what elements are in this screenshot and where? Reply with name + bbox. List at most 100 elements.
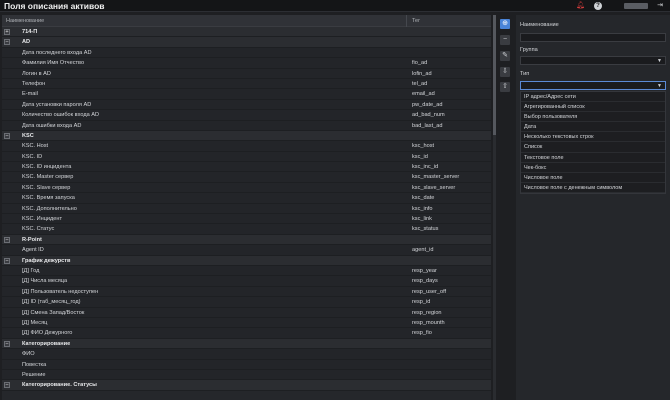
tree-item-row[interactable]: KSC. Статус ksc_status <box>2 224 491 235</box>
row-label: Дата установки пароля AD <box>22 101 92 108</box>
column-header-name[interactable]: Наименование <box>6 18 44 24</box>
tree-item-row[interactable]: Дата установки пароля AD pw_date_ad <box>2 99 491 111</box>
group-select[interactable]: ▼ <box>520 56 666 65</box>
type-option[interactable]: Числовое поле <box>521 173 665 183</box>
add-button[interactable]: ⊕ <box>500 19 510 29</box>
row-label: E-mail <box>22 91 38 98</box>
row-tag: ksc_id <box>412 153 428 160</box>
column-divider[interactable] <box>406 15 407 27</box>
page-title: Поля описания активов <box>4 1 105 11</box>
row-tag: email_ad <box>412 91 435 98</box>
tree-item-row[interactable]: ФИО <box>2 349 491 360</box>
row-label: 714-П <box>22 29 38 35</box>
column-header-tag[interactable]: Тег <box>412 18 420 24</box>
tree-item-row[interactable]: E-mail email_ad <box>2 89 491 100</box>
tree-group-row[interactable]: − График дежурств <box>2 255 491 266</box>
type-option[interactable]: Текстовое поле <box>521 153 665 163</box>
tree-group-row[interactable]: − KSC <box>2 130 491 142</box>
tree-item-row[interactable]: KSC. Инцидент ksc_link <box>2 214 491 225</box>
remove-button[interactable]: − <box>500 35 510 45</box>
type-option[interactable]: IP адрес/Адрес сети <box>521 92 665 103</box>
tree-item-row[interactable]: [Д] Год resp_year <box>2 265 491 277</box>
row-label: KSC. Host <box>22 143 49 150</box>
collapse-icon[interactable]: − <box>4 236 10 243</box>
collapse-icon[interactable]: − <box>4 132 10 139</box>
row-label: R-Point <box>22 236 42 243</box>
tree-item-row[interactable]: [Д] Числа месяца resp_days <box>2 276 491 287</box>
tree-group-row[interactable]: − R-Point <box>2 234 491 246</box>
row-tag: ksc_master_server <box>412 174 460 181</box>
tree-item-row[interactable]: Дата ошибки входа AD bad_last_ad <box>2 120 491 131</box>
tree-item-row[interactable]: KSC. Время запуска ksc_date <box>2 193 491 204</box>
type-option[interactable]: Выбор пользователя <box>521 112 665 123</box>
collapse-icon[interactable]: − <box>4 39 10 46</box>
chevron-down-icon[interactable]: ▼ <box>657 83 662 89</box>
chevron-down-icon[interactable]: ▼ <box>657 58 662 64</box>
tree-item-row[interactable]: Дата последнего входа AD <box>2 47 491 59</box>
edit-button[interactable]: ✎ <box>500 51 510 61</box>
row-tag: ksc_host <box>412 143 435 150</box>
tree-item-row[interactable]: Повестка <box>2 359 491 370</box>
row-tag: agent_id <box>412 247 434 254</box>
type-option[interactable]: Дата <box>521 122 665 133</box>
import-button[interactable]: ⇩ <box>500 67 510 77</box>
tree-item-row[interactable]: Фамилия Имя Отчество fio_ad <box>2 58 491 69</box>
row-label: Agent ID <box>22 247 44 254</box>
type-option[interactable]: Список <box>521 142 665 153</box>
tree-item-row[interactable]: [Д] ФИО Дежурного resp_fio <box>2 328 491 339</box>
type-option[interactable]: Чек-бокс <box>521 163 665 173</box>
tree-item-row[interactable]: [Д] Месяц resp_mounth <box>2 317 491 329</box>
type-label: Тип <box>520 71 530 77</box>
row-label: AD <box>22 39 31 46</box>
collapse-icon[interactable]: − <box>4 340 10 347</box>
expand-icon[interactable]: + <box>4 29 10 35</box>
row-label: KSC. Master сервер <box>22 174 74 181</box>
row-label: KSC. Дополнительно <box>22 205 77 212</box>
tree-item-row[interactable]: Количество ошибок входа AD ad_bad_num <box>2 110 491 121</box>
tree-rows: +714-П − AD Дата последнего входа AD Фамилия… <box>2 27 491 391</box>
user-name-blurred[interactable] <box>624 3 648 9</box>
help-icon[interactable]: ? <box>594 2 602 10</box>
row-label: KSC. ID инцидента <box>22 164 72 171</box>
row-tag: bad_last_ad <box>412 122 443 129</box>
tree-group-row[interactable]: − Категорирование <box>2 338 491 350</box>
name-input[interactable] <box>520 33 666 42</box>
type-select[interactable]: ▼ <box>520 81 666 90</box>
tree-item-row[interactable]: KSC. Дополнительно ksc_info <box>2 203 491 215</box>
row-tag: pw_date_ad <box>412 101 443 108</box>
tree-item-row[interactable]: Телефон tel_ad <box>2 78 491 90</box>
collapse-icon[interactable]: − <box>4 257 10 264</box>
tree-item-row[interactable]: KSC. Host ksc_host <box>2 141 491 152</box>
row-tag: resp_year <box>412 267 437 274</box>
tree-item-row[interactable]: KSC. ID инцидента ksc_inc_id <box>2 162 491 173</box>
type-option[interactable]: Несколько текстовых строк <box>521 132 665 143</box>
row-label: Количество ошибок входа AD <box>22 112 100 119</box>
type-option[interactable]: Числовое поле с денежным символом <box>521 183 665 193</box>
export-button[interactable]: ⇧ <box>500 82 510 92</box>
row-label: [Д] Смена Запад/Восток <box>22 309 85 316</box>
tree-group-row[interactable]: − Категорирование. Статусы <box>2 380 491 391</box>
collapse-icon[interactable]: − <box>4 382 10 389</box>
tree-item-row[interactable]: [Д] Пользователь недоступен resp_user_off <box>2 286 491 298</box>
tree-item-row[interactable]: [Д] Смена Запад/Восток resp_region <box>2 307 491 318</box>
type-dropdown: IP адрес/Адрес сети Агрегированный список… <box>520 91 666 194</box>
tree-item-row[interactable]: [Д] ID (таб_месяц_год) resp_id <box>2 297 491 308</box>
tree-group-row[interactable]: +714-П <box>2 27 491 38</box>
tree-item-row[interactable]: Логин в AD lofin_ad <box>2 68 491 79</box>
tree-item-row[interactable]: KSC. Master сервер ksc_master_server <box>2 172 491 183</box>
tree-scrollbar[interactable] <box>493 15 496 400</box>
row-label: Повестка <box>22 361 47 368</box>
tree-item-row[interactable]: KSC. Slave сервер ksc_slave_server <box>2 182 491 194</box>
tree-item-row[interactable]: Решение <box>2 369 491 381</box>
logout-icon[interactable]: ⇥ <box>656 2 664 10</box>
type-option[interactable]: Агрегированный список <box>521 102 665 113</box>
group-label: Группа <box>520 47 538 53</box>
tree-group-row[interactable]: − AD <box>2 37 491 48</box>
row-tag: resp_fio <box>412 330 432 337</box>
row-tag: ksc_link <box>412 216 432 223</box>
tree-item-row[interactable]: Agent ID agent_id <box>2 245 491 256</box>
bell-icon[interactable]: 🔔︎ <box>576 2 585 10</box>
tree-scroll-thumb[interactable] <box>493 15 496 135</box>
tree-item-row[interactable]: KSC. ID ksc_id <box>2 151 491 163</box>
tree-header: Наименование Тег <box>2 15 491 27</box>
